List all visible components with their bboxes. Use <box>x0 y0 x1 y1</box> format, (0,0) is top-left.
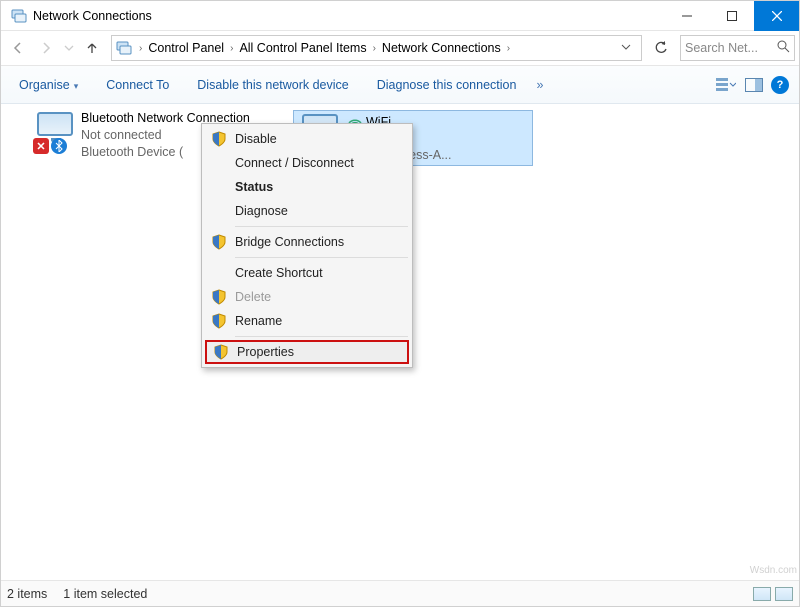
title-bar: Network Connections <box>1 1 799 31</box>
ctx-rename[interactable]: Rename <box>205 309 409 333</box>
context-menu: Disable Connect / Disconnect Status Diag… <box>201 123 413 368</box>
shield-icon <box>211 234 227 250</box>
window-title: Network Connections <box>33 9 664 23</box>
ctx-disable[interactable]: Disable <box>205 127 409 151</box>
details-view-button[interactable] <box>753 587 771 601</box>
separator <box>235 336 408 337</box>
chevron-right-icon[interactable]: › <box>370 43 379 54</box>
address-bar: › Control Panel › All Control Panel Item… <box>1 31 799 66</box>
forward-button[interactable] <box>33 35 59 61</box>
status-bar: 2 items 1 item selected <box>1 580 799 606</box>
crumb-network-connections[interactable]: Network Connections <box>379 41 504 55</box>
address-dropdown[interactable] <box>615 41 637 55</box>
refresh-button[interactable] <box>648 35 674 61</box>
up-button[interactable] <box>79 35 105 61</box>
back-button[interactable] <box>5 35 31 61</box>
ctx-bridge[interactable]: Bridge Connections <box>205 230 409 254</box>
ctx-status[interactable]: Status <box>205 175 409 199</box>
breadcrumb-bar[interactable]: › Control Panel › All Control Panel Item… <box>111 35 642 61</box>
watermark: Wsdn.com <box>750 565 797 576</box>
chevron-right-icon[interactable]: › <box>136 43 145 54</box>
command-bar: Organise Connect To Disable this network… <box>1 66 799 104</box>
bluetooth-icon <box>51 138 67 154</box>
crumb-all-items[interactable]: All Control Panel Items <box>236 41 369 55</box>
shield-icon <box>213 344 229 360</box>
overflow-chevron[interactable]: » <box>530 78 549 92</box>
tiles-view-button[interactable] <box>775 587 793 601</box>
app-icon <box>11 8 27 24</box>
recent-dropdown[interactable] <box>61 35 77 61</box>
search-input[interactable]: Search Net... <box>680 35 795 61</box>
crumb-control-panel[interactable]: Control Panel <box>145 41 227 55</box>
organise-menu[interactable]: Organise <box>5 72 92 98</box>
close-button[interactable] <box>754 1 799 31</box>
shield-icon <box>211 313 227 329</box>
ctx-delete: Delete <box>205 285 409 309</box>
preview-pane-button[interactable] <box>743 74 765 96</box>
shield-icon <box>211 131 227 147</box>
help-button[interactable]: ? <box>771 76 789 94</box>
search-placeholder: Search Net... <box>685 41 758 55</box>
shield-icon <box>211 289 227 305</box>
diagnose-button[interactable]: Diagnose this connection <box>363 72 531 98</box>
location-icon <box>116 40 132 56</box>
status-selected-count: 1 item selected <box>63 587 163 601</box>
minimize-button[interactable] <box>664 1 709 31</box>
disable-device-button[interactable]: Disable this network device <box>183 72 362 98</box>
maximize-button[interactable] <box>709 1 754 31</box>
chevron-right-icon[interactable]: › <box>504 43 513 54</box>
ctx-connect-disconnect[interactable]: Connect / Disconnect <box>205 151 409 175</box>
chevron-right-icon[interactable]: › <box>227 43 236 54</box>
bluetooth-adapter-icon: ✕ <box>31 110 81 158</box>
disconnected-icon: ✕ <box>33 138 49 154</box>
ctx-properties[interactable]: Properties <box>205 340 409 364</box>
connect-to-button[interactable]: Connect To <box>92 72 183 98</box>
status-item-count: 2 items <box>7 587 63 601</box>
separator <box>235 226 408 227</box>
ctx-diagnose[interactable]: Diagnose <box>205 199 409 223</box>
view-options-button[interactable] <box>715 74 737 96</box>
ctx-create-shortcut[interactable]: Create Shortcut <box>205 261 409 285</box>
search-icon <box>777 40 790 56</box>
separator <box>235 257 408 258</box>
